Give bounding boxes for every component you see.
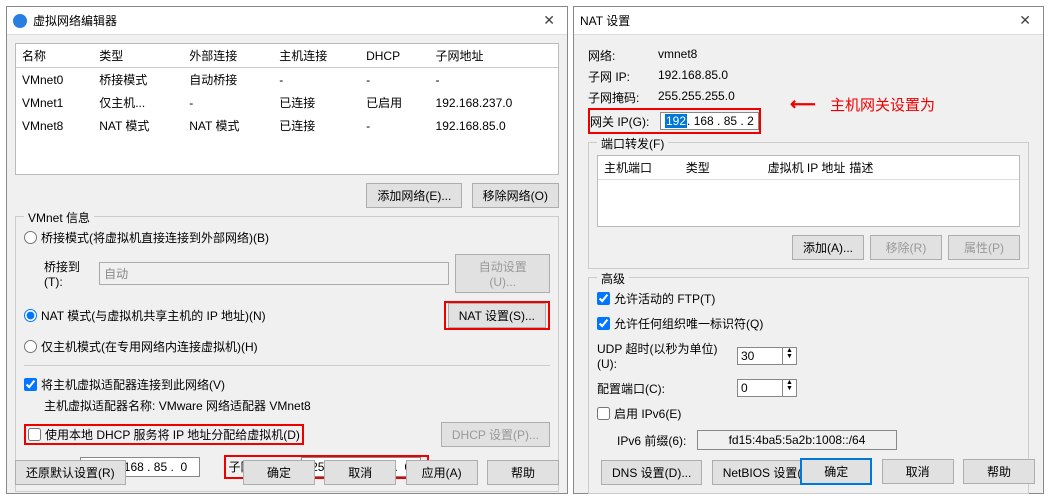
bridge-mode-label: 桥接模式(将虚拟机直接连接到外部网络)(B) xyxy=(41,229,269,246)
help-button[interactable]: 帮助 xyxy=(487,460,559,485)
col-ext[interactable]: 外部连接 xyxy=(183,44,273,68)
port-forwarding-legend: 端口转发(F) xyxy=(597,135,668,152)
spinner-icon[interactable]: ▲▼ xyxy=(782,348,796,364)
advanced-legend: 高级 xyxy=(597,270,629,287)
subnet-mask-label: 子网掩码: xyxy=(588,89,658,106)
org-uid-checkbox[interactable] xyxy=(597,317,610,330)
subnet-ip-value: 192.168.85.0 xyxy=(658,68,728,85)
host-adapter-checkbox[interactable] xyxy=(24,378,37,391)
nat-mode-label: NAT 模式(与虚拟机共享主机的 IP 地址)(N) xyxy=(41,307,266,324)
nat-settings-button[interactable]: NAT 设置(S)... xyxy=(448,303,546,328)
nat-settings-window: NAT 设置 ✕ 网络:vmnet8 子网 IP:192.168.85.0 子网… xyxy=(573,6,1044,494)
pf-remove-button[interactable]: 移除(R) xyxy=(870,235,942,260)
app-icon xyxy=(13,14,27,28)
col-dhcp[interactable]: DHCP xyxy=(360,44,429,68)
port-forwarding-fieldset: 端口转发(F) 主机端口 类型 虚拟机 IP 地址 描述 添加(A)... 移除… xyxy=(588,142,1029,269)
window-title: NAT 设置 xyxy=(580,12,1013,29)
restore-defaults-button[interactable]: 还原默认设置(R) xyxy=(15,460,126,485)
config-port-stepper[interactable]: ▲▼ xyxy=(737,379,797,397)
vmnet-info-legend: VMnet 信息 xyxy=(24,209,94,226)
active-ftp-checkbox[interactable] xyxy=(597,292,610,305)
gateway-ip-input[interactable]: 192 . 168 . 85 . 2 xyxy=(660,112,759,130)
config-port-label: 配置端口(C): xyxy=(597,380,737,397)
help-button[interactable]: 帮助 xyxy=(963,459,1035,484)
host-adapter-label: 将主机虚拟适配器连接到此网络(V) xyxy=(41,376,225,393)
auto-settings-button[interactable]: 自动设置(U)... xyxy=(455,254,550,293)
annotation-arrow-icon: ⟵ xyxy=(790,94,816,115)
ipv6-prefix-label: IPv6 前缀(6): xyxy=(617,432,697,449)
bridge-to-select[interactable]: 自动 xyxy=(99,262,449,285)
active-ftp-label: 允许活动的 FTP(T) xyxy=(614,290,715,307)
adapter-name-value: VMware 网络适配器 VMnet8 xyxy=(159,399,311,413)
adapter-name-label: 主机虚拟适配器名称: xyxy=(44,399,155,413)
vmnet-info-fieldset: VMnet 信息 桥接模式(将虚拟机直接连接到外部网络)(B) 桥接到(T): … xyxy=(15,216,559,492)
org-uid-label: 允许任何组织唯一标识符(Q) xyxy=(614,315,763,332)
table-row[interactable]: VMnet8NAT 模式NAT 模式已连接-192.168.85.0 xyxy=(16,114,558,137)
table-row[interactable]: VMnet1仅主机...-已连接已启用192.168.237.0 xyxy=(16,91,558,114)
port-forwarding-list[interactable]: 主机端口 类型 虚拟机 IP 地址 描述 xyxy=(597,155,1020,227)
hostonly-mode-label: 仅主机模式(在专用网络内连接虚拟机)(H) xyxy=(41,338,258,355)
ok-button[interactable]: 确定 xyxy=(243,460,315,485)
hostonly-mode-radio[interactable] xyxy=(24,340,37,353)
virtual-network-editor-window: 虚拟网络编辑器 ✕ 名称 类型 外部连接 主机连接 DHCP 子网地址 VMne… xyxy=(6,6,568,494)
ipv6-checkbox[interactable] xyxy=(597,407,610,420)
add-network-button[interactable]: 添加网络(E)... xyxy=(366,183,462,208)
window-title: 虚拟网络编辑器 xyxy=(33,12,537,29)
col-subnet[interactable]: 子网地址 xyxy=(430,44,558,68)
table-row[interactable]: VMnet0桥接模式自动桥接--- xyxy=(16,68,558,92)
cancel-button[interactable]: 取消 xyxy=(324,460,396,485)
titlebar: 虚拟网络编辑器 ✕ xyxy=(7,7,567,35)
network-grid[interactable]: 名称 类型 外部连接 主机连接 DHCP 子网地址 VMnet0桥接模式自动桥接… xyxy=(15,43,559,175)
col-host-port: 主机端口 xyxy=(604,159,686,176)
bridge-to-label: 桥接到(T): xyxy=(44,258,97,289)
bridge-mode-radio[interactable] xyxy=(24,231,37,244)
gateway-ip-label: 网关 IP(G): xyxy=(590,113,660,130)
udp-timeout-stepper[interactable]: ▲▼ xyxy=(737,347,797,365)
annotation-text: 主机网关设置为 xyxy=(830,94,935,115)
col-type: 类型 xyxy=(686,159,768,176)
remove-network-button[interactable]: 移除网络(O) xyxy=(472,183,559,208)
ipv6-prefix-input[interactable] xyxy=(697,430,897,450)
apply-button[interactable]: 应用(A) xyxy=(406,460,478,485)
subnet-ip-label: 子网 IP: xyxy=(588,68,658,85)
col-type[interactable]: 类型 xyxy=(93,44,183,68)
col-name[interactable]: 名称 xyxy=(16,44,93,68)
close-icon[interactable]: ✕ xyxy=(1013,12,1037,29)
col-host[interactable]: 主机连接 xyxy=(273,44,360,68)
dhcp-checkbox[interactable] xyxy=(28,428,41,441)
ipv6-label: 启用 IPv6(E) xyxy=(614,405,681,422)
nat-mode-radio[interactable] xyxy=(24,309,37,322)
dhcp-settings-button[interactable]: DHCP 设置(P)... xyxy=(441,422,550,447)
titlebar: NAT 设置 ✕ xyxy=(574,7,1043,35)
dhcp-label: 使用本地 DHCP 服务将 IP 地址分配给虚拟机(D) xyxy=(45,426,300,443)
spinner-icon[interactable]: ▲▼ xyxy=(782,380,796,396)
close-icon[interactable]: ✕ xyxy=(537,12,561,29)
network-label: 网络: xyxy=(588,47,658,64)
cancel-button[interactable]: 取消 xyxy=(882,459,954,484)
col-vm-ip: 虚拟机 IP 地址 xyxy=(768,159,850,176)
pf-properties-button[interactable]: 属性(P) xyxy=(948,235,1020,260)
pf-add-button[interactable]: 添加(A)... xyxy=(792,235,864,260)
udp-timeout-label: UDP 超时(以秒为单位)(U): xyxy=(597,340,737,371)
network-value: vmnet8 xyxy=(658,47,697,64)
col-desc: 描述 xyxy=(849,159,1013,176)
ok-button[interactable]: 确定 xyxy=(800,458,872,485)
subnet-mask-value: 255.255.255.0 xyxy=(658,89,735,106)
